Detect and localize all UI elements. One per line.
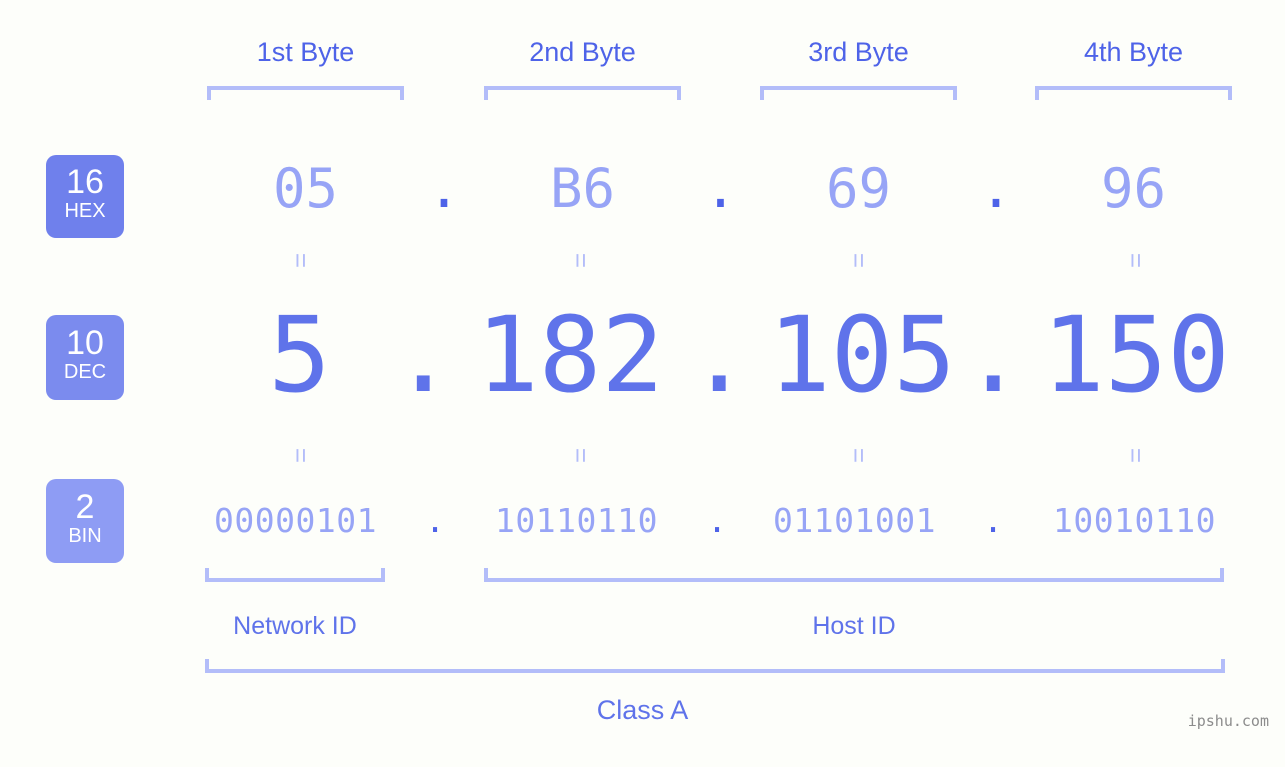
base-badge-bin: 2 BIN	[46, 479, 124, 563]
byte-bracket-3	[760, 86, 957, 100]
base-badge-bin-abbr: BIN	[68, 525, 102, 547]
bin-byte-value-4: 10010110	[1053, 501, 1216, 540]
hex-byte-value-2: B6	[549, 157, 616, 220]
bin-byte-value-2: 10110110	[495, 501, 658, 540]
dec-separator-3: .	[962, 294, 1025, 416]
base-badge-dec: 10 DEC	[46, 315, 124, 400]
byte-bracket-1	[207, 86, 404, 100]
equals-separator-hex-dec-4: =	[1121, 252, 1151, 268]
class-bracket	[205, 659, 1225, 673]
equals-separator-dec-bin-2: =	[566, 447, 596, 463]
ip-breakdown-diagram: 1st Byte 2nd Byte 3rd Byte 4th Byte 16 H…	[0, 0, 1285, 767]
base-badge-bin-number: 2	[75, 488, 95, 526]
host-id-label: Host ID	[812, 612, 896, 640]
base-badge-hex-number: 16	[66, 163, 104, 201]
watermark: ipshu.com	[1187, 712, 1269, 730]
hex-separator-2: .	[704, 157, 737, 220]
bin-separator-1: .	[425, 501, 445, 540]
equals-separator-hex-dec-1: =	[286, 252, 316, 268]
hex-separator-3: .	[979, 157, 1013, 220]
base-badge-hex: 16 HEX	[46, 155, 124, 238]
base-badge-hex-abbr: HEX	[64, 200, 106, 222]
class-label: Class A	[596, 695, 689, 725]
hex-byte-value-4: 96	[1100, 157, 1167, 220]
byte-header-label-4: 4th Byte	[1083, 37, 1184, 67]
bin-separator-2: .	[707, 501, 727, 540]
base-badge-dec-number: 10	[66, 324, 104, 362]
byte-bracket-2	[484, 86, 681, 100]
base-badge-dec-abbr: DEC	[63, 361, 107, 383]
network-id-label: Network ID	[233, 612, 357, 640]
dec-byte-value-2: 182	[476, 294, 664, 416]
hex-byte-value-1: 05	[272, 157, 339, 220]
byte-bracket-4	[1035, 86, 1232, 100]
bin-byte-value-1: 00000101	[214, 501, 377, 540]
dec-separator-1: .	[392, 294, 455, 416]
hex-byte-value-3: 69	[825, 157, 892, 220]
bin-byte-value-3: 01101001	[773, 501, 936, 540]
dec-byte-value-4: 150	[1042, 294, 1230, 416]
host-id-bracket	[484, 568, 1224, 582]
dec-byte-value-3: 105	[768, 294, 956, 416]
equals-separator-dec-bin-1: =	[286, 447, 316, 463]
network-id-bracket	[205, 568, 385, 582]
dec-separator-2: .	[688, 294, 751, 416]
equals-separator-hex-dec-2: =	[566, 252, 596, 268]
byte-header-label-1: 1st Byte	[256, 37, 355, 67]
equals-separator-dec-bin-4: =	[1121, 447, 1151, 463]
bin-separator-3: .	[983, 501, 1003, 540]
equals-separator-dec-bin-3: =	[844, 447, 874, 463]
byte-header-label-3: 3rd Byte	[808, 37, 909, 67]
hex-separator-1: .	[427, 157, 461, 220]
dec-byte-value-1: 5	[268, 294, 331, 416]
equals-separator-hex-dec-3: =	[844, 252, 874, 268]
byte-header-label-2: 2nd Byte	[529, 37, 636, 67]
